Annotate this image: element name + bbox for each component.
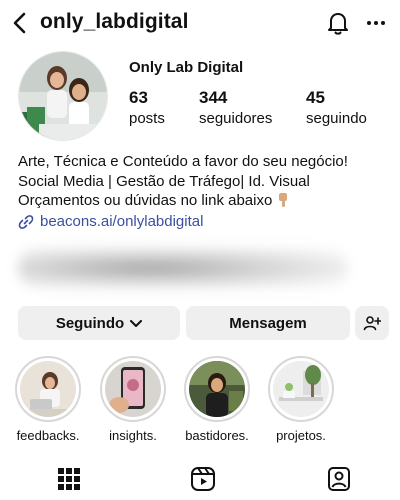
add-user-button[interactable] bbox=[355, 306, 389, 340]
bio-line: Orçamentos ou dúvidas no link abaixo bbox=[18, 192, 273, 209]
highlight-feedbacks[interactable]: feedbacks. bbox=[13, 356, 83, 443]
stat-posts-value: 63 bbox=[129, 88, 148, 107]
highlight-ring bbox=[15, 356, 81, 422]
chevron-down-icon bbox=[130, 315, 143, 332]
stat-posts[interactable]: 63 posts bbox=[129, 88, 165, 127]
stat-posts-label: posts bbox=[129, 110, 165, 127]
following-button[interactable]: Seguindo bbox=[18, 306, 180, 340]
grid-icon[interactable] bbox=[56, 466, 84, 494]
highlight-ring bbox=[184, 356, 250, 422]
highlight-label: insights. bbox=[109, 428, 157, 443]
pointing-down-hand-icon bbox=[276, 192, 290, 208]
highlight-label: bastidores. bbox=[185, 428, 249, 443]
stat-following-value: 45 bbox=[306, 88, 325, 107]
blurred-content bbox=[18, 248, 348, 288]
highlight-insights[interactable]: insights. bbox=[98, 356, 168, 443]
story-highlights: feedbacks. insights. bastidores. projeto… bbox=[0, 356, 400, 446]
top-bar: only_labdigital bbox=[0, 0, 400, 46]
stat-followers-label: seguidores bbox=[199, 110, 273, 127]
bell-icon[interactable] bbox=[324, 9, 352, 37]
highlight-ring bbox=[268, 356, 334, 422]
message-button[interactable]: Mensagem bbox=[186, 306, 350, 340]
profile-username: only_labdigital bbox=[40, 10, 189, 33]
highlight-projetos[interactable]: projetos. bbox=[266, 356, 336, 443]
profile-bio: Arte, Técnica e Conteúdo a favor do seu … bbox=[18, 152, 388, 211]
profile-display-name: Only Lab Digital bbox=[129, 59, 244, 76]
bio-line-with-emoji: Orçamentos ou dúvidas no link abaixo bbox=[18, 191, 388, 211]
highlight-thumbnail bbox=[105, 361, 161, 417]
stat-followers[interactable]: 344 seguidores bbox=[199, 88, 272, 127]
profile-link[interactable]: beacons.ai/onlylabdigital bbox=[18, 213, 203, 230]
message-button-label: Mensagem bbox=[229, 314, 307, 332]
profile-tab-bar bbox=[0, 460, 400, 500]
back-chevron-icon[interactable] bbox=[6, 9, 32, 37]
highlight-label: feedbacks. bbox=[16, 428, 80, 443]
tagged-icon[interactable] bbox=[326, 466, 354, 494]
bio-line: Arte, Técnica e Conteúdo a favor do seu … bbox=[18, 153, 348, 170]
stat-followers-value: 344 bbox=[199, 88, 228, 107]
highlight-ring bbox=[100, 356, 166, 422]
add-user-icon bbox=[363, 316, 381, 331]
highlight-label: projetos. bbox=[276, 428, 326, 443]
bio-line: Social Media | Gestão de Tráfego| Id. Vi… bbox=[18, 172, 310, 190]
more-options-icon[interactable] bbox=[363, 10, 389, 36]
reels-icon[interactable] bbox=[190, 466, 218, 494]
profile-link-text: beacons.ai/onlylabdigital bbox=[40, 213, 204, 230]
stat-following-label: seguindo bbox=[306, 110, 367, 127]
link-icon bbox=[18, 214, 34, 229]
profile-avatar[interactable] bbox=[18, 51, 108, 141]
highlight-thumbnail bbox=[189, 361, 245, 417]
following-button-label: Seguindo bbox=[55, 314, 125, 332]
highlight-bastidores[interactable]: bastidores. bbox=[182, 356, 252, 443]
stat-following[interactable]: 45 seguindo bbox=[306, 88, 367, 127]
highlight-thumbnail bbox=[20, 361, 76, 417]
highlight-thumbnail bbox=[273, 361, 329, 417]
